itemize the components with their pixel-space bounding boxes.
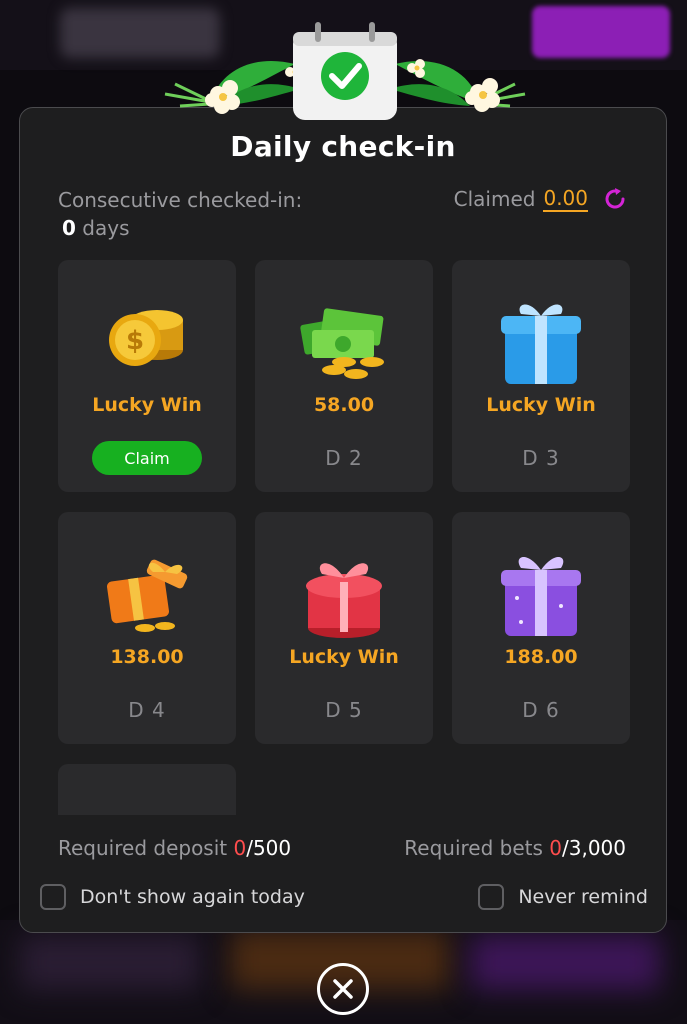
consecutive-days-unit: days bbox=[82, 216, 130, 240]
day-6-label: D 6 bbox=[522, 698, 560, 722]
red-gift-icon bbox=[306, 563, 382, 638]
daily-checkin-modal: Daily check-in Consecutive checked-in: 0… bbox=[19, 107, 667, 933]
dont-show-label: Don't show again today bbox=[80, 886, 305, 908]
claim-button[interactable]: Claim bbox=[92, 441, 202, 475]
refresh-icon[interactable] bbox=[602, 186, 628, 212]
day-card-4[interactable]: 138.00 D 4 bbox=[58, 512, 236, 744]
close-button[interactable] bbox=[317, 963, 369, 1015]
required-bets-total: /3,000 bbox=[562, 836, 626, 860]
day-2-reward: 58.00 bbox=[313, 394, 375, 416]
required-deposit-total: /500 bbox=[246, 836, 292, 860]
day-card-1[interactable]: $ Lucky Win Claim bbox=[58, 260, 236, 492]
day-5-label: D 5 bbox=[325, 698, 363, 722]
day-6-reward: 188.00 bbox=[504, 646, 578, 668]
dont-show-checkbox[interactable]: Don't show again today bbox=[40, 884, 305, 910]
required-bets: Required bets 0/3,000 bbox=[404, 836, 626, 860]
blurred-header-button bbox=[532, 6, 670, 58]
consecutive-label: Consecutive checked-in: bbox=[58, 188, 303, 212]
required-bets-current: 0 bbox=[549, 836, 562, 860]
checkbox-box[interactable] bbox=[478, 884, 505, 910]
day-5-reward: Lucky Win bbox=[289, 646, 399, 668]
never-remind-label: Never remind bbox=[518, 886, 648, 908]
claimed-summary: Claimed 0.00 bbox=[454, 186, 628, 212]
day-card-5[interactable]: Lucky Win D 5 bbox=[255, 512, 433, 744]
day-3-reward: Lucky Win bbox=[486, 394, 596, 416]
claimed-amount: 0.00 bbox=[543, 185, 588, 212]
required-deposit: Required deposit 0/500 bbox=[58, 836, 291, 860]
consecutive-days-value: 0 bbox=[62, 216, 76, 240]
day-card-3[interactable]: Lucky Win D 3 bbox=[452, 260, 630, 492]
checkin-grid: $ Lucky Win Claim 58.00 D 2 Lucky Win D … bbox=[58, 260, 632, 815]
modal-title: Daily check-in bbox=[230, 130, 456, 163]
svg-text:$: $ bbox=[126, 326, 144, 356]
day-1-reward: Lucky Win bbox=[92, 394, 202, 416]
purple-gift-icon bbox=[501, 556, 581, 636]
cash-stack-icon bbox=[300, 308, 384, 379]
close-icon bbox=[333, 979, 353, 999]
day-4-reward: 138.00 bbox=[110, 646, 184, 668]
day-card-7[interactable] bbox=[58, 764, 236, 815]
claimed-label: Claimed bbox=[453, 187, 536, 211]
required-deposit-label: Required deposit bbox=[58, 836, 228, 860]
calendar-check-decoration-icon bbox=[164, 22, 526, 120]
required-bets-label: Required bets bbox=[404, 836, 543, 860]
day-card-6[interactable]: 188.00 D 6 bbox=[452, 512, 630, 744]
required-deposit-current: 0 bbox=[233, 836, 247, 860]
checkbox-box[interactable] bbox=[40, 884, 66, 910]
day-4-label: D 4 bbox=[128, 698, 166, 722]
day-3-label: D 3 bbox=[522, 446, 560, 470]
day-2-label: D 2 bbox=[325, 446, 363, 470]
orange-gift-icon bbox=[107, 559, 188, 632]
never-remind-checkbox[interactable]: Never remind bbox=[478, 884, 648, 910]
day-card-2[interactable]: 58.00 D 2 bbox=[255, 260, 433, 492]
treasure-icon bbox=[97, 794, 197, 815]
coins-icon: $ bbox=[109, 310, 183, 366]
blue-gift-icon bbox=[501, 304, 581, 384]
consecutive-days: 0 days bbox=[62, 216, 130, 240]
